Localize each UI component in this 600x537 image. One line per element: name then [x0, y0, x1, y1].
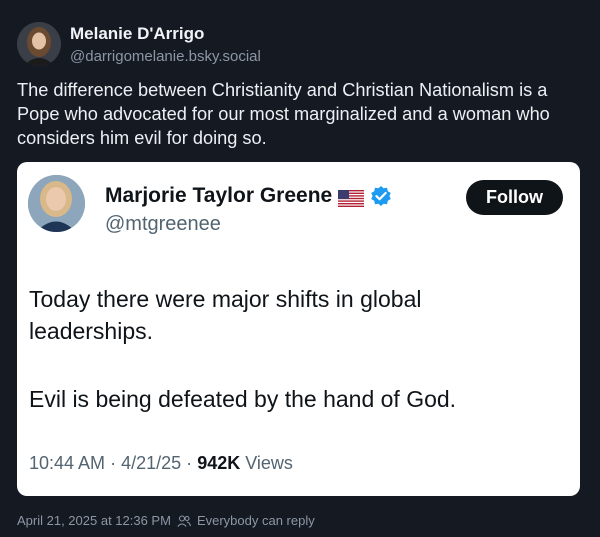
author-name[interactable]: Melanie D'Arrigo [70, 24, 204, 44]
us-flag-icon [338, 189, 365, 207]
embed-author-handle[interactable]: @mtgreenee [105, 213, 221, 236]
views-count: 942K [197, 453, 241, 473]
embed-time[interactable]: 10:44 AM [29, 453, 105, 473]
post-timestamp[interactable]: April 21, 2025 at 12:36 PM [17, 513, 171, 528]
embed-text-line2: Evil is being defeated by the hand of Go… [29, 386, 457, 412]
verified-badge-icon [370, 185, 392, 207]
views-label: Views [245, 453, 293, 473]
embed-text-line1: Today there were major shifts in global … [29, 286, 422, 344]
embedded-post[interactable]: Marjorie Taylor Greene @mtgreenee Follow… [17, 162, 580, 496]
author-avatar[interactable] [17, 22, 61, 66]
embed-date[interactable]: 4/21/25 [121, 453, 181, 473]
people-icon [177, 514, 191, 527]
meta-separator: · [110, 453, 117, 473]
embed-meta: 10:44 AM · 4/21/25 · 942K Views [29, 453, 293, 474]
post: Melanie D'Arrigo @darrigomelanie.bsky.so… [0, 0, 600, 537]
reply-setting[interactable]: Everybody can reply [197, 513, 315, 528]
post-text: The difference between Christianity and … [17, 80, 550, 148]
meta-separator: · [186, 453, 193, 473]
embed-author-name[interactable]: Marjorie Taylor Greene [105, 184, 332, 208]
embed-author-row: Marjorie Taylor Greene [105, 184, 392, 208]
post-footer: April 21, 2025 at 12:36 PM Everybody can… [17, 513, 315, 528]
follow-button[interactable]: Follow [466, 180, 563, 215]
author-handle[interactable]: @darrigomelanie.bsky.social [70, 48, 261, 65]
embed-avatar[interactable] [28, 175, 85, 232]
